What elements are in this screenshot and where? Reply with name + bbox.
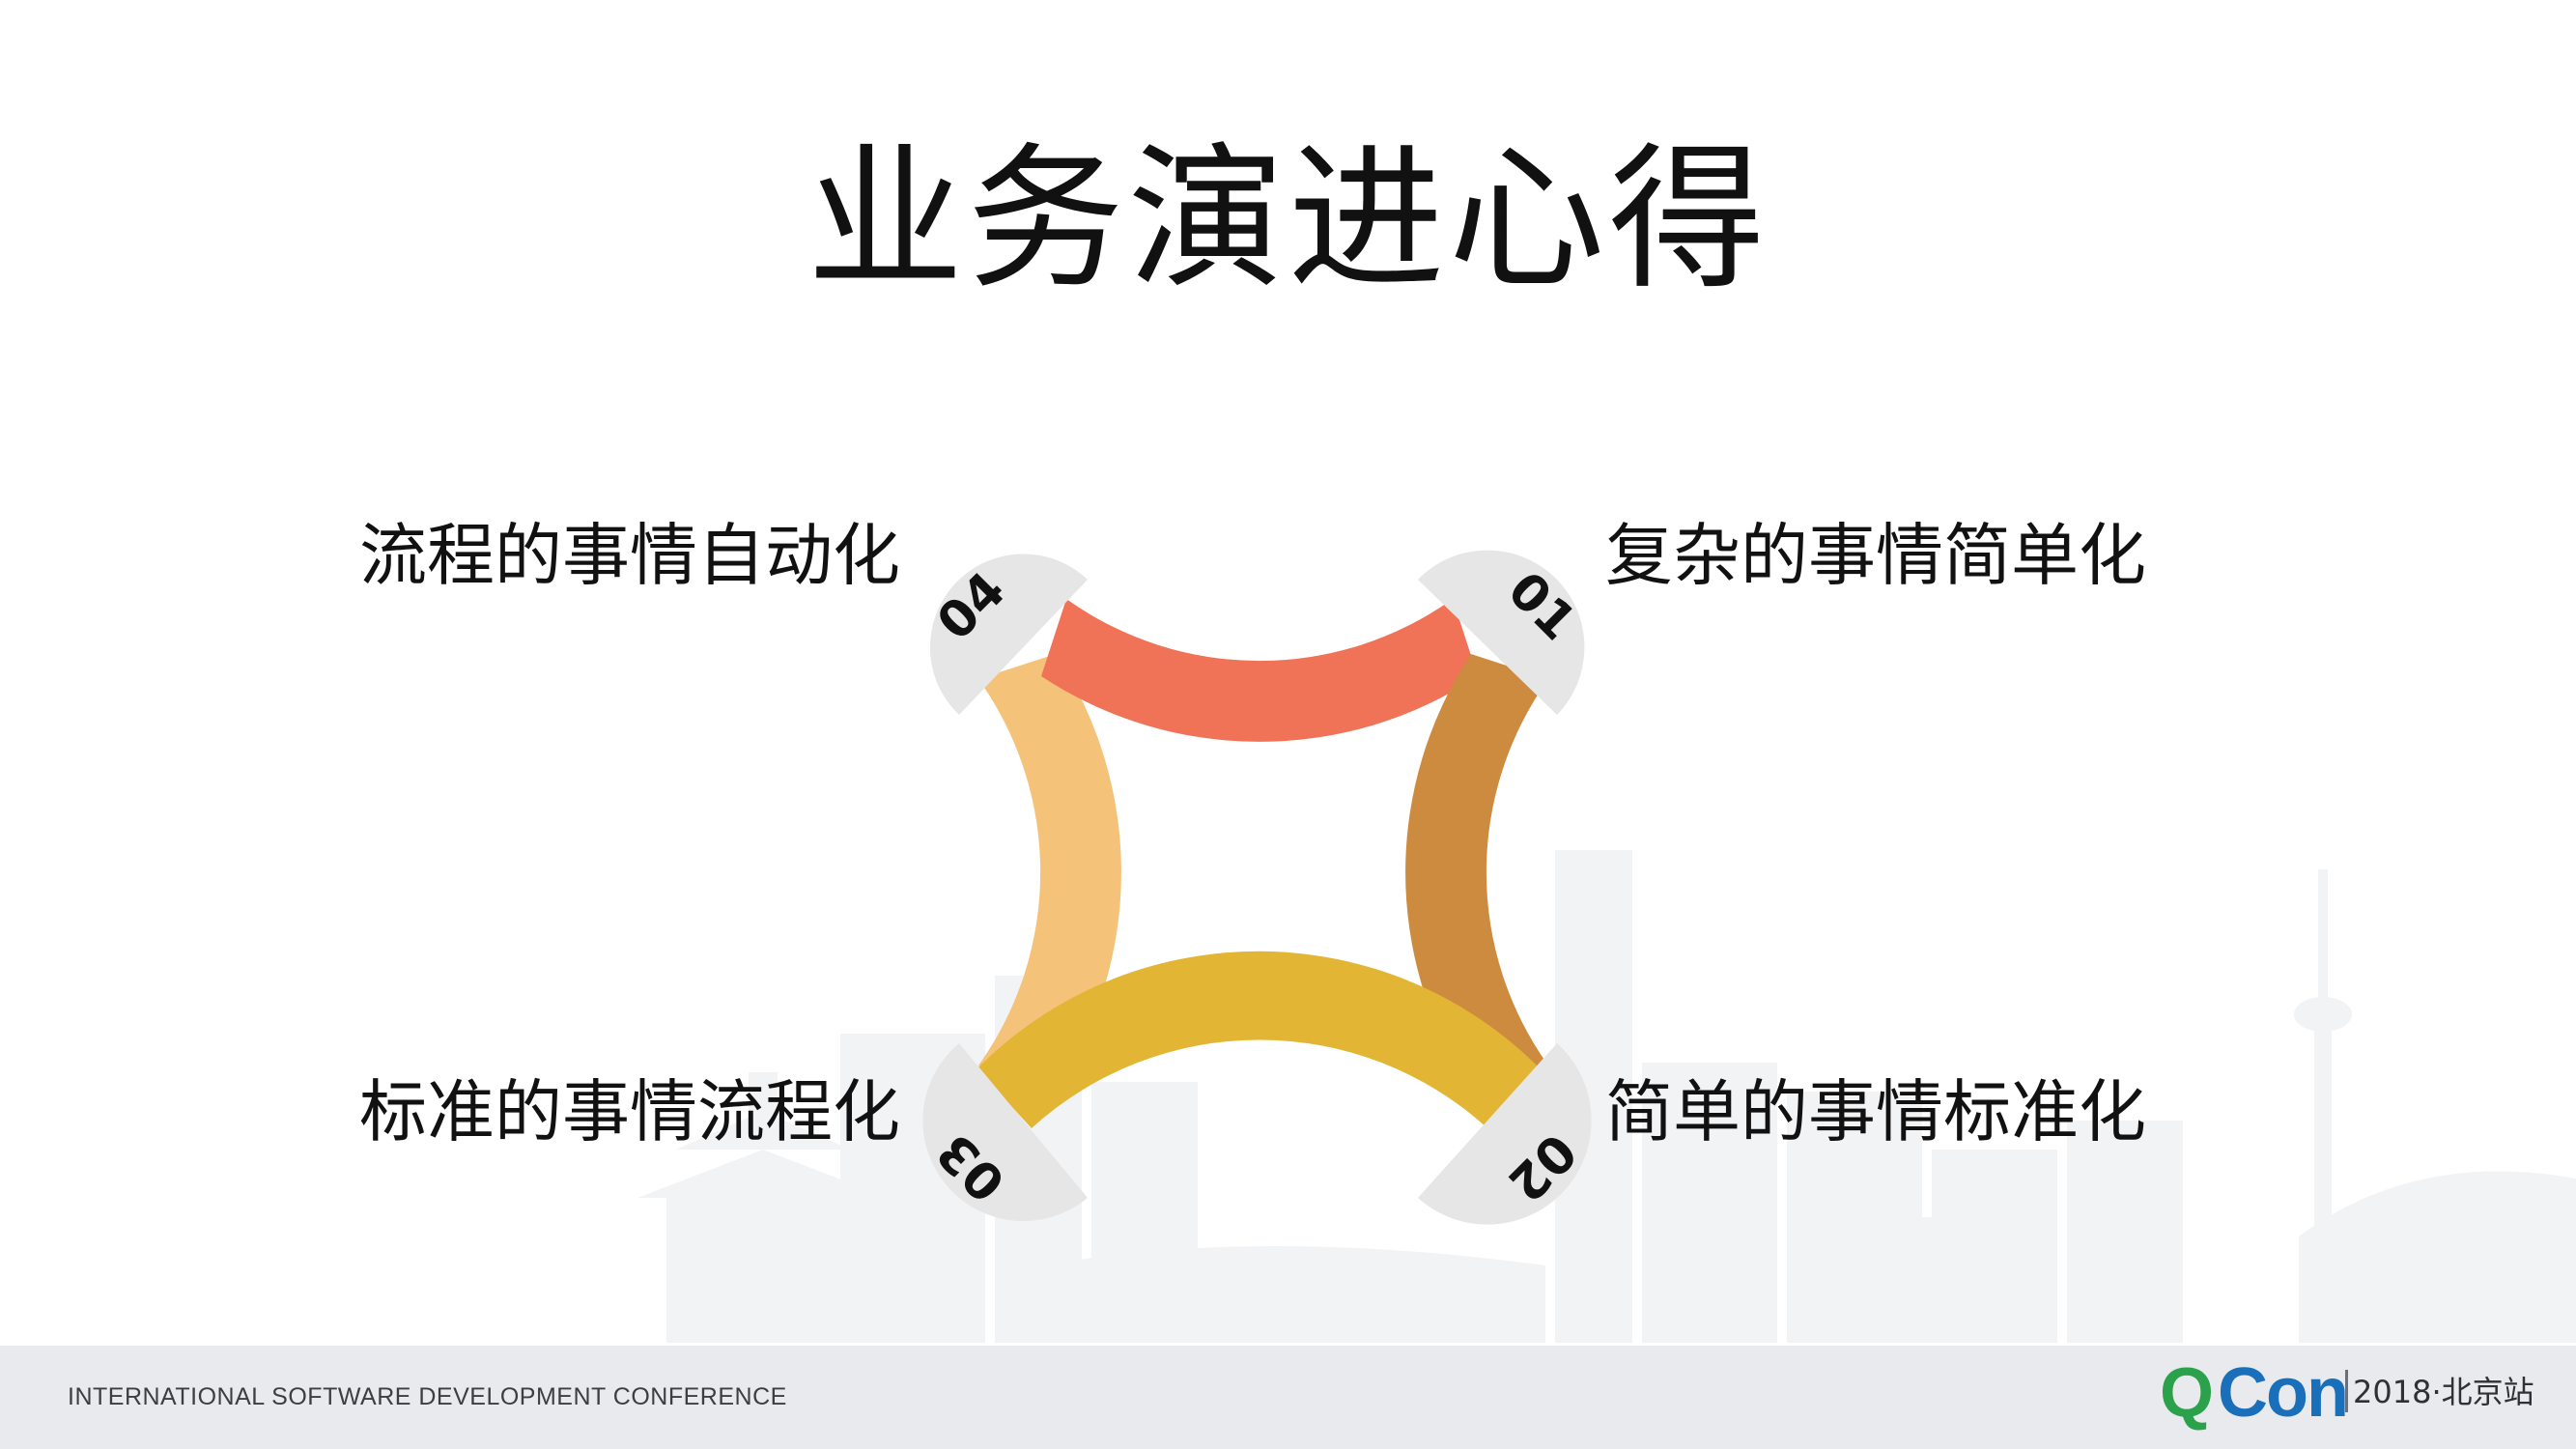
slide: 业务演进心得 04 01 03 02 流程的事情自动化 复杂的事情简单化 标准的 — [0, 0, 2576, 1449]
conference-name: INTERNATIONAL SOFTWARE DEVELOPMENT CONFE… — [68, 1383, 787, 1410]
label-simplify: 复杂的事情简单化 — [1605, 516, 2146, 595]
label-process: 标准的事情流程化 — [359, 1072, 900, 1151]
logo-divider — [2345, 1370, 2348, 1412]
label-automation: 流程的事情自动化 — [359, 516, 900, 595]
label-standardize: 简单的事情标准化 — [1605, 1072, 2146, 1151]
qcon-logo-q: Q — [2160, 1354, 2215, 1432]
qcon-logo-con: Con — [2218, 1354, 2349, 1432]
four-arc-diagram: 04 01 03 02 — [922, 550, 1592, 1225]
arc-top — [1041, 599, 1478, 742]
event-location: 2018·北京站 — [2353, 1374, 2534, 1410]
